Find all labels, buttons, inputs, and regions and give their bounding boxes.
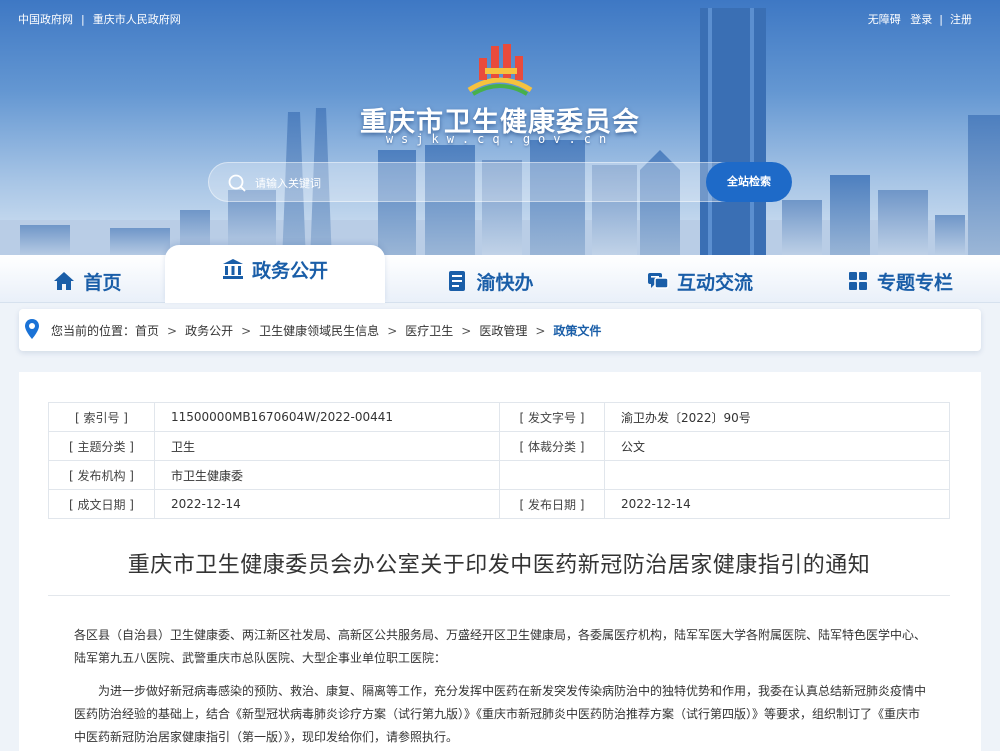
article-card: [ 索引号 ] 11500000MB1670604W/2022-00441 [ … [19, 372, 981, 751]
tab-government-affairs[interactable]: 政务公开 [165, 245, 385, 303]
search-bar: 全站检索 [208, 162, 792, 202]
breadcrumb: 您当前的位置： 首页 > 政务公开 > 卫生健康领域民生信息 > 医疗卫生 > … [25, 319, 601, 339]
top-links-right: 无障碍 登录 | 注册 [868, 11, 972, 27]
breadcrumb-separator: > [167, 323, 178, 338]
breadcrumb-prefix: 您当前的位置： [51, 324, 136, 338]
document-list-icon [449, 271, 466, 291]
grid-icon [848, 272, 867, 290]
title-divider [48, 595, 950, 596]
breadcrumb-separator: > [535, 323, 546, 338]
table-row: [ 发布机构 ] 市卫生健康委 [48, 460, 950, 490]
breadcrumb-home[interactable]: 首页 [135, 322, 159, 339]
breadcrumb-livelihood-info[interactable]: 卫生健康领域民生信息 [259, 322, 379, 339]
search-icon [228, 174, 246, 192]
meta-key: [ 体裁分类 ] [499, 431, 605, 461]
tab-label: 政务公开 [251, 259, 328, 282]
tab-home[interactable]: 首页 [10, 259, 165, 303]
breadcrumb-separator: > [461, 323, 472, 338]
search-input[interactable] [255, 172, 675, 194]
site-logo-emblem [467, 44, 533, 96]
tab-label: 专题专栏 [876, 271, 953, 294]
breadcrumb-government-affairs[interactable]: 政务公开 [185, 322, 233, 339]
chat-bubbles-icon [647, 273, 669, 289]
gov-cn-link[interactable]: 中国政府网 [18, 13, 73, 26]
register-link[interactable]: 注册 [950, 13, 972, 26]
breadcrumb-separator: > [241, 323, 252, 338]
tab-special-topics[interactable]: 专题专栏 [805, 259, 995, 303]
document-body: 各区县（自治县）卫生健康委、两江新区社发局、高新区公共服务局、万盛经开区卫生健康… [74, 624, 926, 751]
meta-value: 11500000MB1670604W/2022-00441 [154, 402, 500, 432]
tab-label: 互动交流 [676, 271, 753, 294]
meta-key: [ 成文日期 ] [48, 489, 155, 519]
breadcrumb-medical-admin[interactable]: 医政管理 [479, 322, 527, 339]
site-domain: wsjkw.cq.gov.cn [385, 132, 615, 146]
meta-value: 渝卫办发〔2022〕90号 [604, 402, 950, 432]
home-icon [54, 272, 75, 290]
tab-yukuaiban[interactable]: 渝快办 [385, 259, 595, 303]
top-links-left: 中国政府网 | 重庆市人民政府网 [18, 11, 181, 27]
table-row: [ 主题分类 ] 卫生 [ 体裁分类 ] 公文 [48, 431, 950, 461]
breadcrumb-bar: 您当前的位置： 首页 > 政务公开 > 卫生健康领域民生信息 > 医疗卫生 > … [19, 309, 981, 351]
cq-gov-link[interactable]: 重庆市人民政府网 [93, 13, 181, 26]
header-banner: 中国政府网 | 重庆市人民政府网 无障碍 登录 | 注册 重庆市卫生健康委员会 wsjk… [0, 0, 1000, 262]
login-link[interactable]: 登录 [910, 13, 932, 26]
location-pin-icon [25, 319, 39, 339]
site-search-button[interactable]: 全站检索 [706, 162, 792, 202]
meta-key: [ 发布机构 ] [48, 460, 155, 490]
meta-key [499, 460, 605, 490]
table-row: [ 成文日期 ] 2022-12-14 [ 发布日期 ] 2022-12-14 [48, 489, 950, 519]
divider: | [939, 13, 943, 26]
meta-value: 市卫生健康委 [154, 460, 500, 490]
tab-interaction[interactable]: 互动交流 [595, 259, 805, 303]
document-recipients: 各区县（自治县）卫生健康委、两江新区社发局、高新区公共服务局、万盛经开区卫生健康… [74, 628, 927, 665]
government-building-icon [222, 259, 243, 279]
main-nav: 首页 政务公开 渝快办 互动交流 专题专栏 [0, 245, 1000, 303]
document-metadata-table: [ 索引号 ] 11500000MB1670604W/2022-00441 [ … [48, 402, 950, 519]
meta-value: 2022-12-14 [154, 489, 500, 519]
divider: | [81, 13, 85, 26]
meta-key: [ 主题分类 ] [48, 431, 155, 461]
meta-value: 公文 [604, 431, 950, 461]
meta-value [604, 460, 950, 490]
meta-key: [ 发文字号 ] [499, 402, 605, 432]
meta-value: 卫生 [154, 431, 500, 461]
breadcrumb-medical-health[interactable]: 医疗卫生 [405, 322, 453, 339]
breadcrumb-current[interactable]: 政策文件 [553, 322, 601, 339]
accessibility-link[interactable]: 无障碍 [868, 13, 901, 26]
tab-label: 渝快办 [476, 271, 534, 294]
table-row: [ 索引号 ] 11500000MB1670604W/2022-00441 [ … [48, 402, 950, 432]
meta-key: [ 发布日期 ] [499, 489, 605, 519]
meta-key: [ 索引号 ] [48, 402, 155, 432]
breadcrumb-separator: > [387, 323, 398, 338]
document-title: 重庆市卫生健康委员会办公室关于印发中医药新冠防治居家健康指引的通知 [127, 553, 871, 578]
document-paragraph: 为进一步做好新冠病毒感染的预防、救治、康复、隔离等工作，充分发挥中医药在新发突发… [74, 684, 927, 744]
tab-label: 首页 [83, 271, 122, 294]
meta-value: 2022-12-14 [604, 489, 950, 519]
